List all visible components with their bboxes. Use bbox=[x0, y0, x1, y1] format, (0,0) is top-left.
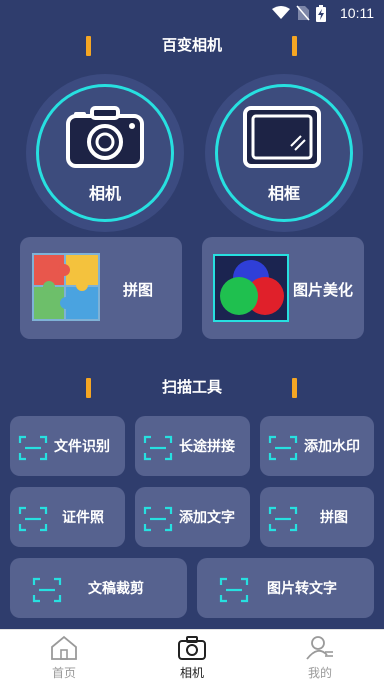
puzzle-tile-label: 拼图 bbox=[123, 281, 154, 299]
frame-icon bbox=[243, 106, 321, 168]
tool-document-crop[interactable]: 文稿裁剪 bbox=[10, 558, 187, 618]
scan-section-title: 扫描工具 bbox=[161, 378, 222, 396]
camera-button-label: 相机 bbox=[88, 184, 121, 203]
top-section-header: 百变相机 bbox=[0, 30, 384, 58]
wifi-icon bbox=[272, 6, 290, 19]
tool-file-recognition[interactable]: 文件识别 bbox=[10, 416, 125, 476]
profile-icon bbox=[306, 636, 333, 660]
status-icons bbox=[272, 4, 326, 22]
tab-profile[interactable]: 我的 bbox=[256, 630, 384, 682]
tool-label: 添加文字 bbox=[179, 510, 235, 526]
tab-label: 相机 bbox=[179, 666, 204, 680]
scan-icon bbox=[18, 506, 48, 532]
scan-icon bbox=[268, 506, 298, 532]
frame-button[interactable]: 相框 bbox=[205, 74, 363, 232]
tab-camera[interactable]: 相机 bbox=[128, 630, 256, 682]
tool-label: 证件照 bbox=[62, 510, 104, 526]
tool-label: 拼图 bbox=[320, 510, 348, 526]
home-icon bbox=[51, 635, 77, 660]
tool-label: 文件识别 bbox=[54, 439, 110, 455]
tool-add-text[interactable]: 添加文字 bbox=[135, 487, 250, 547]
scan-icon bbox=[219, 577, 249, 603]
tool-label: 长途拼接 bbox=[179, 439, 235, 455]
tool-label: 图片转文字 bbox=[267, 581, 337, 597]
scan-icon bbox=[268, 435, 298, 461]
tool-image-to-text[interactable]: 图片转文字 bbox=[197, 558, 374, 618]
puzzle-tile[interactable]: 拼图 bbox=[20, 237, 182, 339]
tool-puzzle[interactable]: 拼图 bbox=[260, 487, 374, 547]
tool-add-watermark[interactable]: 添加水印 bbox=[260, 416, 374, 476]
scan-icon bbox=[32, 577, 62, 603]
color-circles-icon bbox=[213, 254, 289, 322]
tool-long-stitch[interactable]: 长途拼接 bbox=[135, 416, 250, 476]
status-time: 10:11 bbox=[340, 5, 374, 21]
scan-section-header: 扫描工具 bbox=[0, 372, 384, 400]
camera-icon bbox=[178, 636, 206, 660]
beautify-tile-label: 图片美化 bbox=[293, 281, 354, 299]
bottom-tab-bar: 首页 相机 我的 bbox=[0, 629, 384, 682]
scan-icon bbox=[143, 506, 173, 532]
scan-icon bbox=[143, 435, 173, 461]
camera-icon bbox=[66, 106, 144, 168]
accent-bar-right bbox=[292, 378, 297, 398]
tab-home[interactable]: 首页 bbox=[0, 630, 128, 682]
tab-label: 首页 bbox=[51, 666, 76, 680]
no-sim-icon bbox=[296, 5, 310, 21]
top-section-title: 百变相机 bbox=[161, 36, 222, 54]
battery-charging-icon bbox=[316, 4, 326, 22]
tool-label: 添加水印 bbox=[304, 439, 360, 455]
camera-button[interactable]: 相机 bbox=[26, 74, 184, 232]
status-bar: 10:11 bbox=[0, 0, 384, 28]
tool-label: 文稿裁剪 bbox=[88, 581, 144, 597]
beautify-tile[interactable]: 图片美化 bbox=[202, 237, 364, 339]
accent-bar-right bbox=[292, 36, 297, 56]
tool-id-photo[interactable]: 证件照 bbox=[10, 487, 125, 547]
tab-label: 我的 bbox=[307, 666, 332, 680]
frame-button-label: 相框 bbox=[267, 184, 300, 203]
puzzle-icon bbox=[32, 253, 100, 321]
scan-icon bbox=[18, 435, 48, 461]
